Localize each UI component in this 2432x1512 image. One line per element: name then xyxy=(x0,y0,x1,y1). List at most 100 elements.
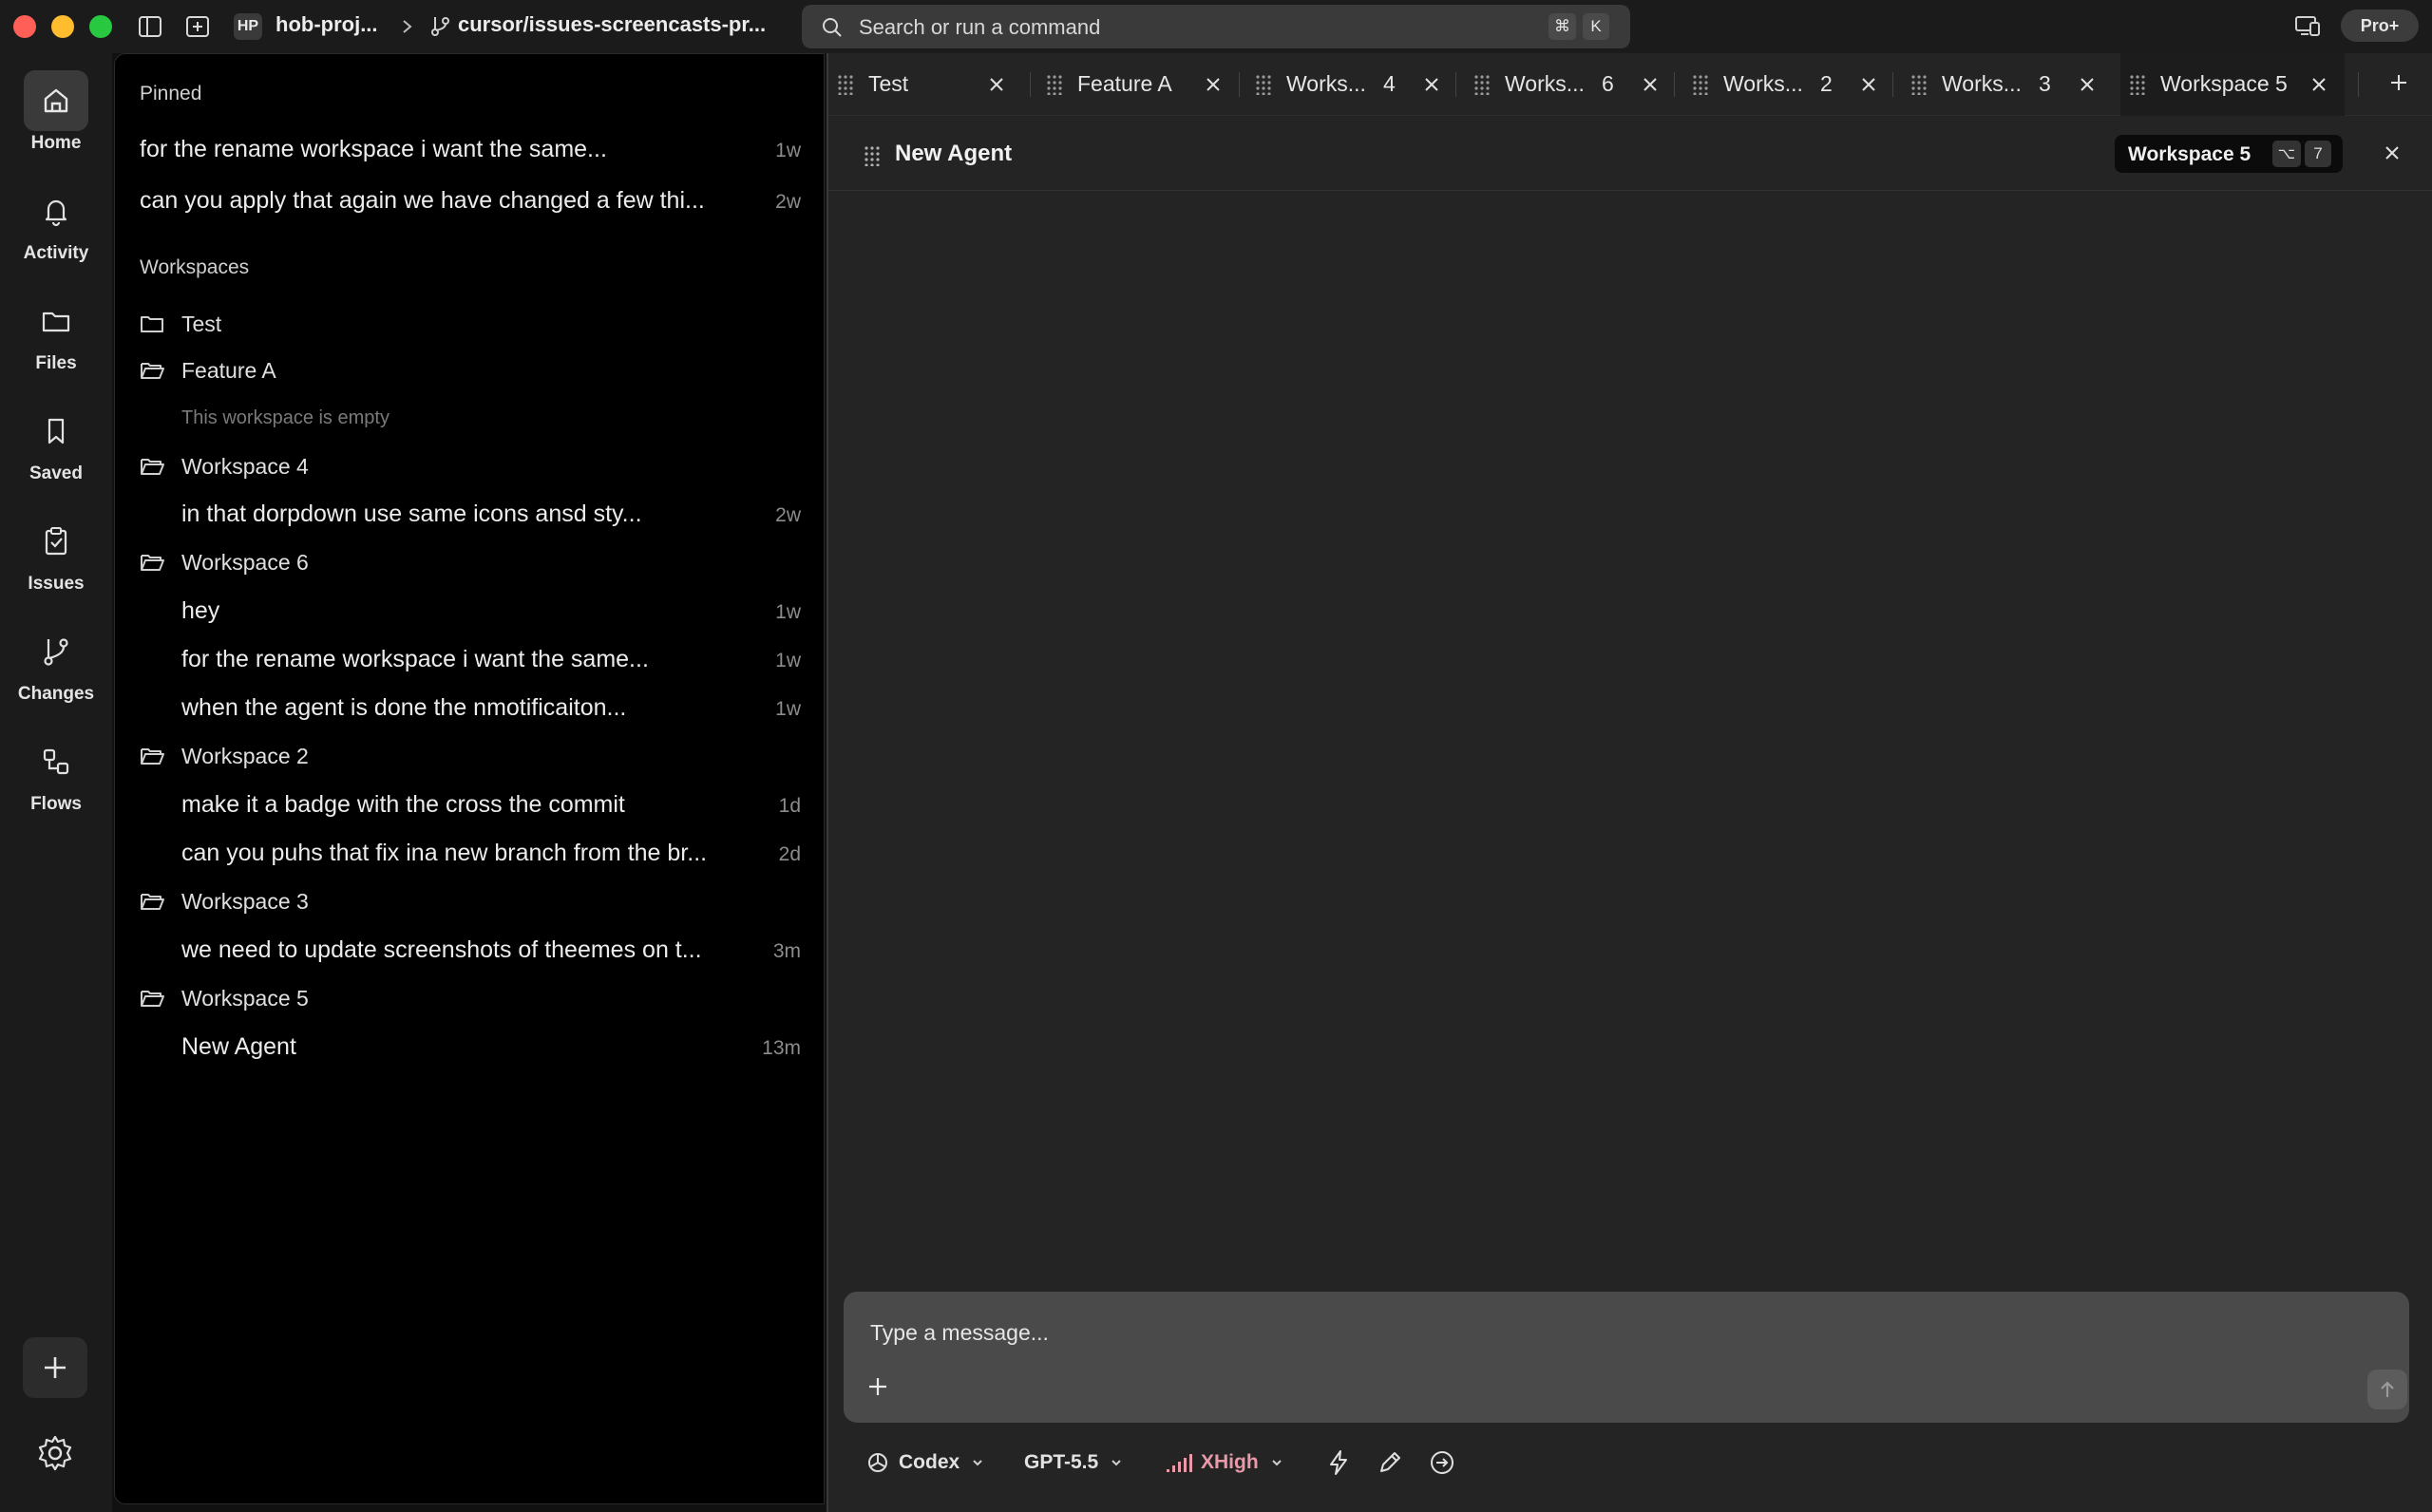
tab-label: Test xyxy=(868,71,909,96)
attach-plus-icon[interactable] xyxy=(866,1375,889,1403)
pinned-item[interactable]: can you apply that again we have changed… xyxy=(115,178,824,223)
workspace-name: Test xyxy=(181,312,222,336)
close-icon[interactable] xyxy=(2310,76,2328,98)
chat-age: 1d xyxy=(778,795,801,817)
close-icon[interactable] xyxy=(1642,76,1659,98)
drag-handle-icon[interactable] xyxy=(1472,74,1492,100)
workspace-3[interactable]: Workspace 3 xyxy=(115,880,824,922)
chat-age: 2w xyxy=(775,191,801,213)
tab-label: Works... xyxy=(1942,71,2022,96)
message-input[interactable]: Type a message... xyxy=(870,1320,1049,1346)
tab-workspace-2[interactable]: Works... 2 xyxy=(1683,53,1892,116)
model-selector[interactable]: GPT-5.5 xyxy=(1024,1446,1123,1480)
project-name[interactable]: hob-proj... xyxy=(276,12,378,37)
workspace-pill[interactable]: Workspace 5 ⌥ 7 xyxy=(2115,135,2343,173)
project-badge[interactable]: HP xyxy=(234,13,262,40)
folder-icon xyxy=(24,291,88,351)
nav-home[interactable]: Home xyxy=(0,70,112,154)
tab-workspace-5[interactable]: Workspace 5 xyxy=(2120,53,2345,116)
workspace-5[interactable]: Workspace 5 xyxy=(115,977,824,1019)
tab-divider xyxy=(1892,72,1893,97)
workspace-name: Workspace 4 xyxy=(181,454,309,479)
message-composer[interactable]: Type a message... xyxy=(844,1292,2409,1423)
chat-item[interactable]: make it a badge with the cross the commi… xyxy=(115,782,824,827)
tab-workspace-3[interactable]: Works... 3 xyxy=(1902,53,2111,116)
nav-rail: Home Activity Files Saved Issues Changes xyxy=(0,53,112,1512)
close-icon[interactable] xyxy=(1860,76,1877,98)
chat-age: 3m xyxy=(772,940,801,962)
git-branch-icon xyxy=(24,621,88,682)
model-selector-label: GPT-5.5 xyxy=(1024,1451,1099,1473)
close-icon[interactable] xyxy=(1423,76,1440,98)
home-icon xyxy=(24,70,88,131)
nav-saved[interactable]: Saved xyxy=(0,401,112,484)
chat-item[interactable]: New Agent 13m xyxy=(115,1024,824,1069)
sidebar-toggle-icon[interactable] xyxy=(135,11,165,42)
nav-files[interactable]: Files xyxy=(0,291,112,374)
new-tab-icon[interactable] xyxy=(182,11,213,42)
arrow-circle-icon[interactable] xyxy=(1429,1446,1455,1480)
drag-handle-icon[interactable] xyxy=(1045,74,1064,100)
workspace-6[interactable]: Workspace 6 xyxy=(115,541,824,583)
nav-files-label: Files xyxy=(35,353,77,373)
close-icon[interactable] xyxy=(988,76,1005,98)
tab-test[interactable]: Test xyxy=(828,53,1028,116)
drag-handle-icon[interactable] xyxy=(1254,74,1273,100)
agent-selector[interactable]: Codex xyxy=(866,1446,984,1480)
workspace-feature-a[interactable]: Feature A xyxy=(115,350,824,391)
plan-badge[interactable]: Pro+ xyxy=(2341,9,2419,42)
chat-item[interactable]: in that dorpdown use same icons ansd sty… xyxy=(115,491,824,537)
main-area: Test Feature A Works... 4 Works... 6 Wor… xyxy=(826,53,2432,1512)
workspace-name: Feature A xyxy=(181,358,276,383)
number-key-hint: 7 xyxy=(2305,141,2331,167)
minimize-window-button[interactable] xyxy=(51,15,74,38)
drag-handle-icon[interactable] xyxy=(1691,74,1710,100)
git-branch-icon xyxy=(429,13,452,45)
workspace-test[interactable]: Test xyxy=(115,303,824,345)
branch-name[interactable]: cursor/issues-screencasts-pr... xyxy=(458,12,766,37)
settings-gear-icon[interactable] xyxy=(36,1434,74,1477)
send-button[interactable] xyxy=(2367,1370,2407,1409)
workspace-empty-note: This workspace is empty xyxy=(181,407,390,428)
tab-feature-a[interactable]: Feature A xyxy=(1037,53,1246,116)
drag-handle-icon[interactable] xyxy=(1910,74,1928,100)
nav-activity[interactable]: Activity xyxy=(0,180,112,264)
close-window-button[interactable] xyxy=(13,15,36,38)
chat-item[interactable]: can you puhs that fix ina new branch fro… xyxy=(115,830,824,876)
drag-handle-icon[interactable] xyxy=(863,145,882,171)
add-button[interactable] xyxy=(23,1337,87,1398)
command-search-bar[interactable]: Search or run a command ⌘ K xyxy=(802,5,1630,48)
flows-icon xyxy=(24,731,88,792)
sidebar-panel: Pinned for the rename workspace i want t… xyxy=(114,53,825,1504)
chat-item[interactable]: when the agent is done the nmotificaiton… xyxy=(115,685,824,730)
pencil-icon[interactable] xyxy=(1378,1446,1402,1480)
drag-handle-icon[interactable] xyxy=(2128,74,2147,100)
new-tab-plus-icon[interactable] xyxy=(2386,70,2411,100)
workspace-4[interactable]: Workspace 4 xyxy=(115,445,824,487)
tab-workspace-6[interactable]: Works... 6 xyxy=(1465,53,1674,116)
effort-selector[interactable]: XHigh xyxy=(1165,1446,1283,1480)
chevron-down-icon xyxy=(1271,1460,1282,1466)
close-agent-icon[interactable] xyxy=(2383,143,2402,167)
nav-changes[interactable]: Changes xyxy=(0,621,112,705)
lightning-icon[interactable] xyxy=(1326,1446,1351,1480)
workspace-2[interactable]: Workspace 2 xyxy=(115,735,824,777)
chat-item[interactable]: hey 1w xyxy=(115,588,824,633)
close-icon[interactable] xyxy=(2079,76,2096,98)
nav-changes-label: Changes xyxy=(17,684,95,704)
tab-number: 2 xyxy=(1820,71,1833,96)
nav-flows[interactable]: Flows xyxy=(0,731,112,815)
chat-item[interactable]: we need to update screenshots of theemes… xyxy=(115,927,824,973)
nav-issues[interactable]: Issues xyxy=(0,511,112,595)
pinned-item[interactable]: for the rename workspace i want the same… xyxy=(115,126,824,172)
chat-item[interactable]: for the rename workspace i want the same… xyxy=(115,636,824,682)
tab-workspace-4[interactable]: Works... 4 xyxy=(1246,53,1455,116)
pinned-heading: Pinned xyxy=(140,83,202,104)
close-icon[interactable] xyxy=(1205,76,1222,98)
signal-bars-icon xyxy=(1167,1454,1192,1472)
drag-handle-icon[interactable] xyxy=(836,74,855,100)
workspace-name: Workspace 3 xyxy=(181,889,309,914)
workspace-name: Workspace 6 xyxy=(181,550,309,575)
zoom-window-button[interactable] xyxy=(89,15,112,38)
devices-icon[interactable] xyxy=(2293,11,2322,45)
